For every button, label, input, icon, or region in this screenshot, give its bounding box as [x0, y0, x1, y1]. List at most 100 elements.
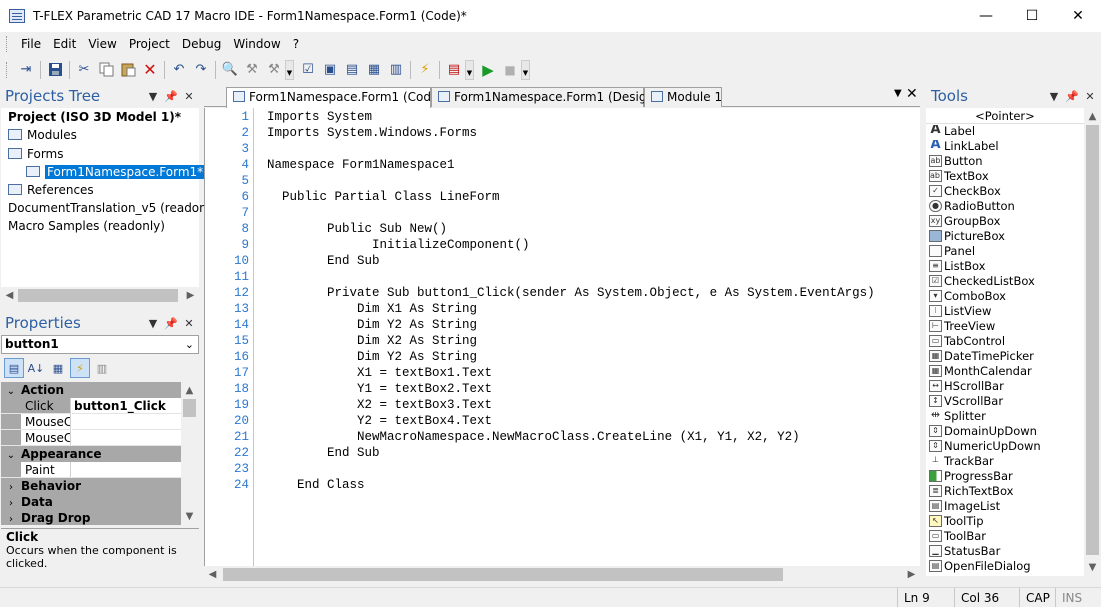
code-line[interactable]: Dim X1 As String [267, 301, 477, 317]
property-row[interactable]: Click button1_Click [1, 398, 181, 414]
add-module-icon[interactable]: ▤ [341, 59, 363, 81]
undo-icon[interactable]: ↶ [168, 59, 190, 81]
menu-window[interactable]: Window [227, 32, 286, 56]
cut-icon[interactable]: ✂ [73, 59, 95, 81]
category-data[interactable]: › Data [1, 494, 181, 510]
tab-design[interactable]: Form1Namespace.Form1 (Design)* [431, 87, 665, 107]
reference-icon[interactable]: ▥ [385, 59, 407, 81]
copy-icon[interactable] [95, 59, 117, 81]
projects-tree-hscrollbar[interactable]: ◀ ▶ [1, 287, 199, 304]
tree-item-project[interactable]: Project (ISO 3D Model 1)* [8, 108, 181, 126]
property-value[interactable] [72, 414, 181, 430]
pin-icon[interactable]: 📌 [164, 317, 178, 330]
tab-list-icon[interactable]: ▼ [894, 88, 902, 99]
events-icon[interactable]: ⚡ [70, 358, 90, 378]
code-line[interactable]: End Sub [267, 253, 380, 269]
code-line[interactable]: X1 = textBox1.Text [267, 365, 492, 381]
tree-item-form1[interactable]: Form1Namespace.Form1* [26, 163, 206, 181]
scroll-right-icon[interactable]: ▶ [903, 566, 920, 583]
code-line[interactable]: Dim Y2 As String [267, 349, 477, 365]
build-icon[interactable]: ⚡ [414, 59, 436, 81]
save-icon[interactable] [44, 59, 66, 81]
code-line[interactable]: Dim Y2 As String [267, 317, 477, 333]
code-line[interactable]: Imports System [267, 109, 372, 125]
menu-debug[interactable]: Debug [176, 32, 227, 56]
menu-view[interactable]: View [82, 32, 122, 56]
alphabetical-icon[interactable]: A↓ [26, 358, 46, 378]
close-icon[interactable]: ✕ [1083, 90, 1097, 103]
tree-item-references[interactable]: References [8, 181, 94, 199]
property-value[interactable] [72, 462, 181, 478]
exit-icon[interactable]: ⇥ [15, 59, 37, 81]
property-value[interactable] [72, 430, 181, 446]
run-icon[interactable]: ▶ [477, 59, 499, 81]
tree-item-macro-samples[interactable]: Macro Samples (readonly) [8, 217, 165, 235]
code-editor[interactable]: 1 2 3 4 5 6 7 8 9 10 11 12 13 14 15 16 1… [204, 108, 920, 566]
close-icon[interactable]: ✕ [182, 317, 196, 330]
property-value[interactable]: button1_Click [72, 398, 181, 414]
tab-module[interactable]: Module 1 [644, 87, 722, 107]
category-behavior[interactable]: › Behavior [1, 478, 181, 494]
scroll-thumb[interactable] [223, 568, 783, 581]
editor-hscrollbar[interactable]: ◀ ▶ [204, 566, 920, 583]
category-drag-drop[interactable]: › Drag Drop [1, 510, 181, 525]
scroll-thumb[interactable] [1086, 125, 1099, 555]
scroll-left-icon[interactable]: ◀ [1, 287, 18, 304]
close-button[interactable]: ✕ [1055, 0, 1101, 32]
breakpoint-icon[interactable]: ▤ [443, 59, 465, 81]
toolbox-vscrollbar[interactable]: ▲ ▼ [1084, 108, 1101, 576]
tree-item-modules[interactable]: Modules [8, 126, 77, 144]
scroll-right-icon[interactable]: ▶ [182, 287, 199, 304]
stop-icon[interactable]: ■ [499, 59, 521, 81]
code-line[interactable]: End Sub [267, 445, 380, 461]
dropdown-arrow-icon[interactable]: ▼ [146, 90, 160, 103]
redo-icon[interactable]: ↷ [190, 59, 212, 81]
code-line[interactable]: Public Sub New() [267, 221, 447, 237]
code-line[interactable]: Y1 = textBox2.Text [267, 381, 492, 397]
expand-icon[interactable]: › [1, 512, 21, 525]
replace-icon[interactable]: ⚒ [241, 59, 263, 81]
code-line[interactable]: X2 = textBox3.Text [267, 397, 492, 413]
code-line[interactable]: End Class [267, 477, 365, 493]
minimize-button[interactable]: — [963, 0, 1009, 32]
tab-code[interactable]: Form1Namespace.Form1 (Code)* [226, 87, 449, 108]
paste-icon[interactable] [117, 59, 139, 81]
property-row[interactable]: MouseCl [1, 430, 181, 446]
scroll-up-icon[interactable]: ▲ [181, 382, 198, 399]
form-icon[interactable]: ☑ [297, 59, 319, 81]
property-grid-vscrollbar[interactable]: ▲ ▼ [181, 382, 198, 525]
maximize-button[interactable]: ☐ [1009, 0, 1055, 32]
pin-icon[interactable]: 📌 [164, 90, 178, 103]
find-icon[interactable]: 🔍 [219, 59, 241, 81]
categorized-icon[interactable]: ▤ [4, 358, 24, 378]
category-appearance[interactable]: ⌄ Appearance [1, 446, 181, 462]
dropdown-arrow-icon[interactable]: ▼ [1047, 90, 1061, 103]
object-selector[interactable]: button1 ⌄ [1, 335, 199, 354]
code-line[interactable]: Y2 = textBox4.Text [267, 413, 492, 429]
property-pages-icon[interactable]: ▥ [92, 358, 112, 378]
dropdown-arrow-icon[interactable]: ▼ [146, 317, 160, 330]
properties-icon[interactable]: ▦ [48, 358, 68, 378]
code-line[interactable]: Dim X2 As String [267, 333, 477, 349]
code-line[interactable]: NewMacroNamespace.NewMacroClass.CreateLi… [267, 429, 800, 445]
add-reference-icon[interactable]: ▦ [363, 59, 385, 81]
menu-project[interactable]: Project [123, 32, 176, 56]
menu-help[interactable]: ? [287, 32, 305, 56]
scroll-left-icon[interactable]: ◀ [204, 566, 221, 583]
add-form-icon[interactable]: ▣ [319, 59, 341, 81]
scroll-down-icon[interactable]: ▼ [181, 508, 198, 525]
code-line[interactable]: Private Sub button1_Click(sender As Syst… [267, 285, 875, 301]
code-line[interactable]: Public Partial Class LineForm [267, 189, 500, 205]
category-action[interactable]: ⌄ Action [1, 382, 181, 398]
scroll-up-icon[interactable]: ▲ [1084, 108, 1101, 125]
scroll-down-icon[interactable]: ▼ [1084, 559, 1101, 576]
menu-edit[interactable]: Edit [47, 32, 82, 56]
run-dropdown[interactable]: ▼ [521, 59, 530, 80]
delete-icon[interactable]: ✕ [139, 59, 161, 81]
close-icon[interactable]: ✕ [182, 90, 196, 103]
scroll-thumb[interactable] [18, 289, 178, 302]
code-line[interactable]: Imports System.Windows.Forms [267, 125, 477, 141]
pin-icon[interactable]: 📌 [1065, 90, 1079, 103]
code-line[interactable]: Namespace Form1Namespace1 [267, 157, 455, 173]
tool-pointer[interactable]: <Pointer> [926, 109, 1084, 124]
